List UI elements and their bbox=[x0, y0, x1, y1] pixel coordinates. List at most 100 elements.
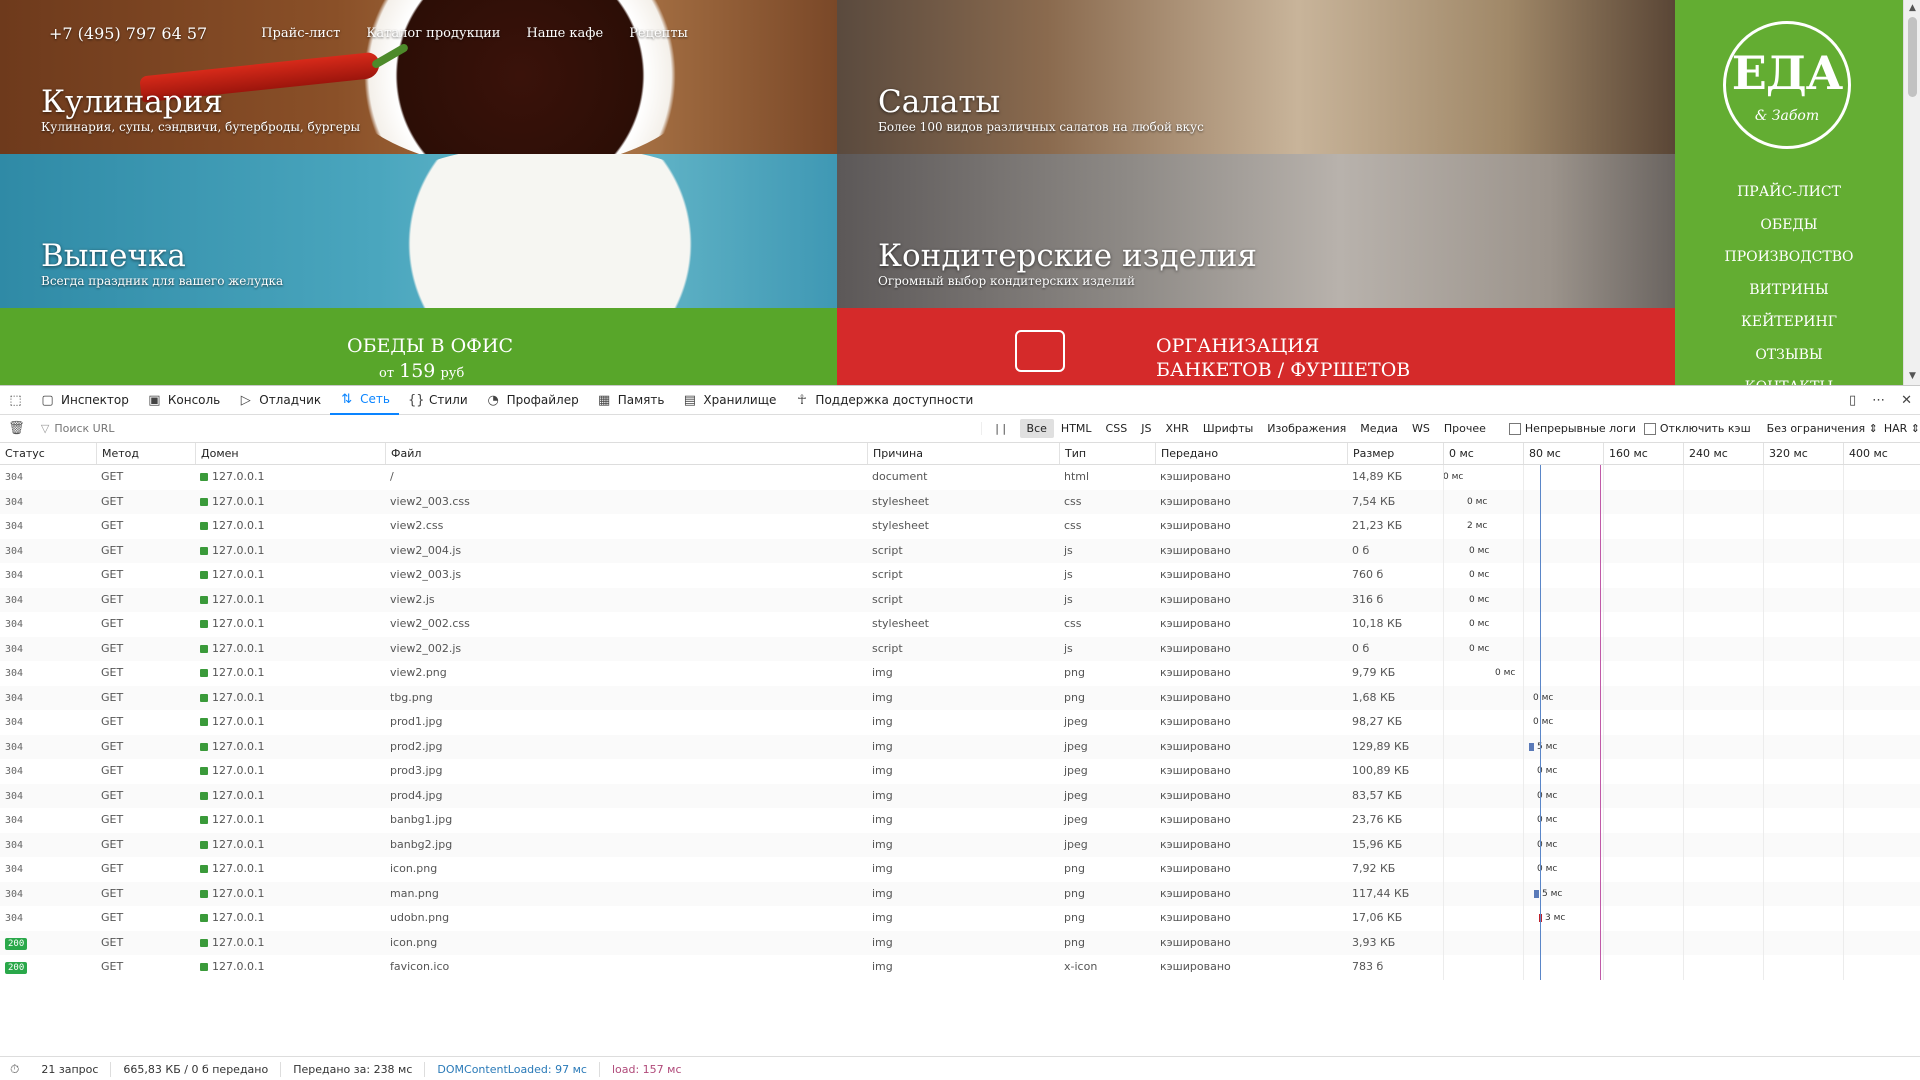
col-size[interactable]: Размер bbox=[1347, 443, 1443, 464]
table-row[interactable]: 304 GET 127.0.0.1 view2_002.js script js кэшир… bbox=[0, 636, 1920, 661]
type-filter-css[interactable]: CSS bbox=[1099, 419, 1135, 438]
close-icon[interactable]: ✕ bbox=[1901, 393, 1912, 408]
type-filter-xhr[interactable]: XHR bbox=[1158, 419, 1195, 438]
inspector-icon: ▢ bbox=[41, 392, 54, 408]
cell-status: 304 bbox=[0, 710, 96, 735]
cell-type: css bbox=[1064, 519, 1082, 532]
cell-file: icon.png bbox=[390, 935, 438, 949]
tile-title: Кулинария bbox=[41, 84, 223, 120]
cell-status: 304 bbox=[0, 490, 96, 515]
type-filter-ws[interactable]: WS bbox=[1405, 419, 1437, 438]
har-menu[interactable]: HAR ⇕ bbox=[1884, 422, 1920, 435]
nav-link-recipes[interactable]: Рецепты bbox=[629, 26, 688, 41]
status-code: 304 bbox=[5, 815, 24, 826]
tab-storage[interactable]: ▤ Хранилище bbox=[673, 386, 785, 415]
col-method[interactable]: Метод bbox=[96, 443, 195, 464]
cell-status: 304 bbox=[0, 563, 96, 588]
promo-lunch-banner[interactable]: Обеды в офис от 159 руб bbox=[0, 308, 837, 385]
side-nav-showcases[interactable]: Витрины bbox=[1675, 274, 1903, 307]
table-row[interactable]: 304 GET 127.0.0.1 view2_003.js script js кэшир… bbox=[0, 563, 1920, 588]
nav-link-cafe[interactable]: Наше кафе bbox=[526, 26, 603, 41]
side-nav-production[interactable]: Производство bbox=[1675, 241, 1903, 274]
tab-network[interactable]: ⇅ Сеть bbox=[330, 386, 399, 415]
table-row[interactable]: 304 GET 127.0.0.1 prod3.jpg img jpeg кэширован… bbox=[0, 759, 1920, 784]
cell-status: 200 bbox=[0, 931, 96, 956]
url-filter-input[interactable] bbox=[54, 422, 955, 435]
table-row[interactable]: 200 GET 127.0.0.1 icon.png img png кэшировано 3… bbox=[0, 930, 1920, 956]
type-filter-media[interactable]: Медиа bbox=[1353, 419, 1405, 438]
table-row[interactable]: 304 GET 127.0.0.1 man.png img png кэшировано 11… bbox=[0, 881, 1920, 907]
table-row[interactable]: 304 GET 127.0.0.1 banbg1.jpg img jpeg кэширова… bbox=[0, 808, 1920, 833]
col-transferred[interactable]: Передано bbox=[1155, 443, 1347, 464]
tab-memory[interactable]: ▦ Память bbox=[588, 386, 674, 415]
lock-icon bbox=[200, 644, 208, 653]
type-filter-html[interactable]: HTML bbox=[1054, 419, 1099, 438]
table-row[interactable]: 304 GET 127.0.0.1 icon.png img png кэшировано 7… bbox=[0, 857, 1920, 882]
type-filter-fonts[interactable]: Шрифты bbox=[1196, 419, 1260, 438]
more-options-icon[interactable]: ⋯ bbox=[1872, 393, 1885, 408]
tab-accessibility[interactable]: ☥ Поддержка доступности bbox=[785, 386, 982, 415]
cell-type: js bbox=[1064, 592, 1073, 606]
type-filter-images[interactable]: Изображения bbox=[1260, 419, 1353, 438]
col-cause[interactable]: Причина bbox=[867, 443, 1059, 464]
cell-file: prod3.jpg bbox=[390, 764, 443, 777]
type-filter-other[interactable]: Прочее bbox=[1437, 419, 1493, 438]
table-row[interactable]: 304 GET 127.0.0.1 view2_002.css stylesheet cs… bbox=[0, 612, 1920, 637]
tab-style-editor[interactable]: {} Стили bbox=[399, 386, 477, 415]
phone-number[interactable]: +7 (495) 797 64 57 bbox=[49, 24, 207, 43]
side-nav-price[interactable]: Прайс-лист bbox=[1675, 176, 1903, 209]
table-row[interactable]: 304 GET 127.0.0.1 view2_004.js script js кэшир… bbox=[0, 538, 1920, 563]
status-code: 304 bbox=[5, 913, 24, 924]
scrollbar-thumb[interactable] bbox=[1908, 17, 1917, 97]
col-domain[interactable]: Домен bbox=[195, 443, 385, 464]
cell-domain: 127.0.0.1 bbox=[195, 882, 385, 907]
throttling-select[interactable]: Без ограничения ⇕ bbox=[1767, 422, 1878, 435]
disable-cache-checkbox[interactable]: Отключить кэш bbox=[1643, 422, 1751, 435]
col-type[interactable]: Тип bbox=[1059, 443, 1155, 464]
table-row[interactable]: 304 GET 127.0.0.1 prod2.jpg img jpeg кэширован… bbox=[0, 734, 1920, 759]
side-nav-reviews[interactable]: Отзывы bbox=[1675, 339, 1903, 372]
table-row[interactable]: 304 GET 127.0.0.1 / document html кэшировано 14… bbox=[0, 465, 1920, 490]
table-row[interactable]: 304 GET 127.0.0.1 view2.css stylesheet css кэш… bbox=[0, 514, 1920, 539]
type-filter-all[interactable]: Все bbox=[1019, 419, 1054, 438]
side-nav-lunch[interactable]: Обеды bbox=[1675, 209, 1903, 242]
element-picker-button[interactable]: ⬚ bbox=[0, 386, 31, 415]
tile-salaty[interactable]: Салаты Более 100 видов различных салатов… bbox=[837, 0, 1675, 154]
dock-side-icon[interactable]: ▯ bbox=[1849, 393, 1856, 408]
table-row[interactable]: 304 GET 127.0.0.1 prod1.jpg img jpeg кэширован… bbox=[0, 710, 1920, 735]
side-nav-catering[interactable]: Кейтеринг bbox=[1675, 306, 1903, 339]
cell-method: GET bbox=[101, 886, 124, 900]
tab-console[interactable]: ▣ Консоль bbox=[138, 386, 229, 415]
persist-logs-checkbox[interactable]: Непрерывные логи bbox=[1508, 422, 1636, 435]
scroll-up-icon[interactable]: ▲ bbox=[1904, 0, 1920, 17]
nav-link-price[interactable]: Прайс-лист bbox=[261, 26, 340, 41]
tile-vypechka[interactable]: Выпечка Всегда праздник для вашего желуд… bbox=[0, 154, 837, 308]
table-row[interactable]: 304 GET 127.0.0.1 banbg2.jpg img jpeg кэширова… bbox=[0, 832, 1920, 857]
table-row[interactable]: 304 GET 127.0.0.1 view2_003.css stylesheet cs… bbox=[0, 489, 1920, 515]
col-file[interactable]: Файл bbox=[385, 443, 867, 464]
table-row[interactable]: 200 GET 127.0.0.1 favicon.ico img x-icon кэшир… bbox=[0, 955, 1920, 980]
site-logo[interactable]: ЕДА & Забот bbox=[1723, 21, 1851, 149]
col-status[interactable]: Статус bbox=[0, 443, 96, 464]
table-row[interactable]: 304 GET 127.0.0.1 view2.js script js кэширован… bbox=[0, 587, 1920, 612]
table-row[interactable]: 304 GET 127.0.0.1 view2.png img png кэшировано… bbox=[0, 661, 1920, 686]
trash-icon[interactable]: 🗑 bbox=[0, 421, 33, 436]
tab-profiler[interactable]: ◔ Профайлер bbox=[477, 386, 588, 415]
table-row[interactable]: 304 GET 127.0.0.1 tbg.png img png кэшировано 1,… bbox=[0, 685, 1920, 710]
pause-button[interactable]: | | bbox=[980, 422, 1020, 435]
tab-inspector[interactable]: ▢ Инспектор bbox=[31, 386, 138, 415]
type-filter-js[interactable]: JS bbox=[1134, 419, 1158, 438]
tab-debugger[interactable]: ▷ Отладчик bbox=[229, 386, 330, 415]
tile-konditerskie[interactable]: Кондитерские изделия Огромный выбор конд… bbox=[837, 154, 1675, 308]
cell-type: jpeg bbox=[1064, 813, 1088, 826]
cell-transferred: кэшировано bbox=[1160, 543, 1231, 557]
plate-image bbox=[340, 154, 760, 308]
promo-banquet-banner[interactable]: Организация банкетов / фуршетов bbox=[837, 308, 1675, 385]
table-row[interactable]: 304 GET 127.0.0.1 prod4.jpg img jpeg кэширован… bbox=[0, 783, 1920, 808]
side-nav-contacts[interactable]: Контакты bbox=[1675, 371, 1903, 385]
accessibility-icon: ☥ bbox=[797, 392, 807, 408]
table-row[interactable]: 304 GET 127.0.0.1 udobn.png img png кэшировано… bbox=[0, 906, 1920, 931]
page-scrollbar[interactable]: ▲ ▼ bbox=[1903, 0, 1920, 385]
nav-link-catalog[interactable]: Каталог продукции bbox=[366, 26, 500, 41]
scroll-down-icon[interactable]: ▼ bbox=[1904, 368, 1920, 385]
